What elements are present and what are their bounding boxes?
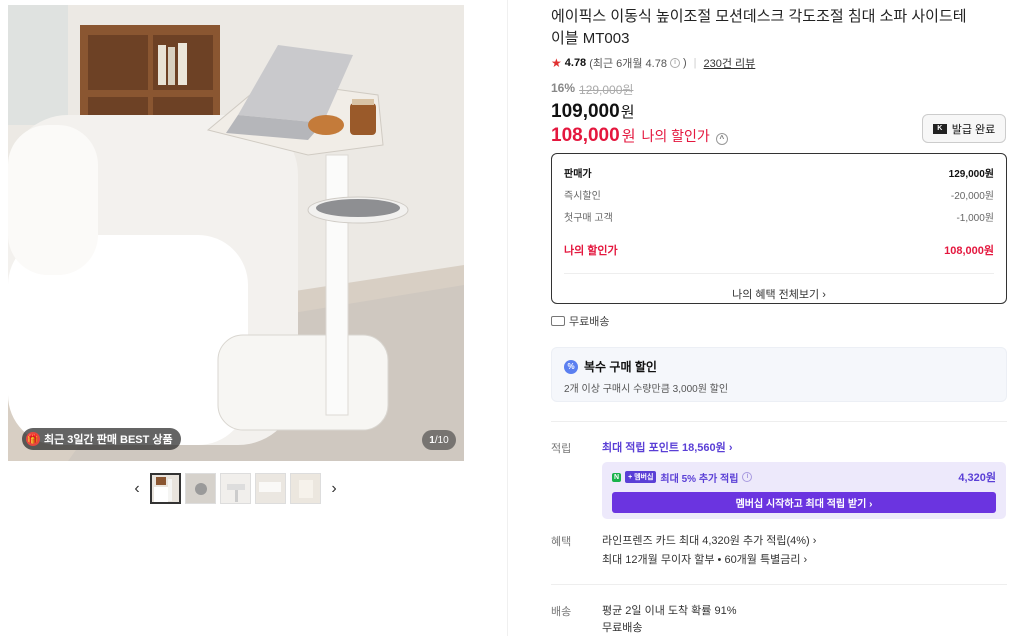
free-shipping-text: 무료배송 [569, 316, 610, 328]
sale-price-value: 109,000 [551, 101, 620, 122]
rating-score: 4.78 [564, 57, 587, 69]
thumbnail-4[interactable] [255, 473, 286, 504]
delivery-label: 배송 [551, 606, 572, 618]
thumbnail-3[interactable] [220, 473, 251, 504]
start-membership-button[interactable]: 멤버십 시작하고 최대 적립 받기 › [612, 492, 996, 513]
coupon-icon: K [932, 123, 947, 134]
breakdown-row: 첫구매 고객 -1,000원 [564, 205, 994, 227]
breakdown-my-label: 나의 할인가 [564, 245, 618, 257]
all-benefits-link[interactable]: 나의 혜택 전체보기 › [564, 286, 994, 302]
best-seller-badge: 🎁 최근 3일간 판매 BEST 상품 [22, 428, 181, 450]
section-divider [551, 584, 1007, 585]
my-price-value: 108,000 [551, 125, 620, 146]
sale-price-won: 원 [620, 104, 635, 121]
breakdown-my-price-row: 나의 할인가 108,000원 [564, 239, 994, 261]
discount-percent: 16% [551, 81, 576, 95]
membership-text: 최대 5% 추가 적립 [660, 473, 739, 485]
column-divider [507, 0, 508, 636]
naver-n-icon: N [612, 472, 622, 482]
max-points-link[interactable]: 최대 적립 포인트 18,560원 › [602, 439, 733, 455]
breakdown-label: 첫구매 고객 [564, 212, 613, 224]
best-seller-text: 최근 3일간 판매 BEST 상품 [44, 434, 173, 446]
thumbnail-5[interactable] [290, 473, 321, 504]
breakdown-my-value: 108,000원 [944, 245, 994, 257]
star-icon: ★ [551, 56, 562, 70]
image-counter-total: /10 [434, 434, 449, 446]
breakdown-label: 판매가 [564, 168, 592, 180]
thumbnail-2[interactable] [185, 473, 216, 504]
my-price-label: 나의 할인가 [641, 128, 710, 144]
breakdown-row: 즉시할인 -20,000원 [564, 183, 994, 205]
benefits-label: 혜택 [551, 536, 572, 548]
breakdown-value: -1,000원 [956, 212, 994, 224]
thumbnail-1[interactable] [150, 473, 181, 504]
multi-buy-discount-box: % 복수 구매 할인 2개 이상 구매시 수량만큼 3,000원 할인 [551, 347, 1007, 402]
gift-icon: 🎁 [26, 432, 40, 446]
membership-amount: 4,320원 [958, 472, 996, 484]
coupon-issued-button[interactable]: K 발급 완료 [922, 114, 1006, 143]
image-counter: 1 /10 [422, 430, 456, 450]
benefit-installment-link[interactable]: 최대 12개월 무이자 할부 • 60개월 특별금리 › [602, 551, 816, 570]
thumbnail-strip: ‹ › [128, 473, 343, 504]
info-icon[interactable]: i [669, 58, 680, 68]
info-icon[interactable]: i [742, 472, 753, 482]
delivery-eta: 평균 2일 이내 도착 확률 91% [602, 605, 737, 617]
my-price-row[interactable]: 108,000 원 나의 할인가 ^ [551, 125, 728, 147]
thumbnail-next-icon[interactable]: › [325, 474, 343, 504]
benefits-list: 라인프렌즈 카드 최대 4,320원 추가 적립(4%) › 최대 12개월 무… [602, 532, 816, 570]
free-shipping-tag: 무료배송 [551, 313, 609, 329]
truck-icon [551, 316, 565, 326]
percent-icon: % [564, 359, 578, 374]
price-breakdown-box: 판매가 129,000원 즉시할인 -20,000원 첫구매 고객 -1,000… [551, 153, 1007, 304]
sale-price: 109,000원 [551, 101, 635, 123]
breakdown-row: 판매가 129,000원 [564, 161, 994, 183]
coupon-button-label: 발급 완료 [951, 123, 996, 136]
product-main-image[interactable]: 🎁 최근 3일간 판매 BEST 상품 1 /10 [8, 5, 464, 461]
benefit-card-link[interactable]: 라인프렌즈 카드 최대 4,320원 추가 적립(4%) › [602, 532, 816, 551]
membership-box: N + 멤버십 최대 5% 추가 적립 i 4,320원 멤버십 시작하고 최대… [602, 462, 1006, 519]
product-photo [8, 5, 464, 461]
multi-buy-title: 복수 구매 할인 [584, 360, 657, 374]
discount-row: 16% 129,000원 [551, 81, 633, 98]
review-link[interactable]: 230건 리뷰 [704, 55, 756, 71]
points-label: 적립 [551, 443, 572, 455]
rating-recent-close: ) [682, 57, 687, 69]
membership-badge: + 멤버십 [625, 471, 657, 483]
breakdown-value: 129,000원 [948, 168, 994, 180]
breakdown-label: 즉시할인 [564, 190, 601, 202]
my-price-won: 원 [621, 128, 636, 145]
chevron-up-icon[interactable]: ^ [715, 133, 728, 145]
rating-recent: (최근 6개월 4.78 [589, 58, 667, 70]
original-price: 129,000원 [579, 83, 634, 97]
multi-buy-desc: 2개 이상 구매시 수량만큼 3,000원 할인 [564, 384, 729, 395]
thumbnail-prev-icon[interactable]: ‹ [128, 474, 146, 504]
delivery-info: 평균 2일 이내 도착 확률 91% 무료배송 [602, 603, 737, 636]
section-divider [551, 421, 1007, 422]
product-title: 에이픽스 이동식 높이조절 모션데스크 각도조절 침대 소파 사이드테이블 MT… [551, 8, 967, 47]
delivery-fee: 무료배송 [602, 622, 643, 634]
breakdown-divider [564, 273, 994, 274]
rating-row: ★ 4.78 (최근 6개월 4.78 i ) | 230건 리뷰 [551, 55, 755, 71]
rating-separator: | [693, 57, 697, 69]
breakdown-value: -20,000원 [950, 190, 994, 202]
